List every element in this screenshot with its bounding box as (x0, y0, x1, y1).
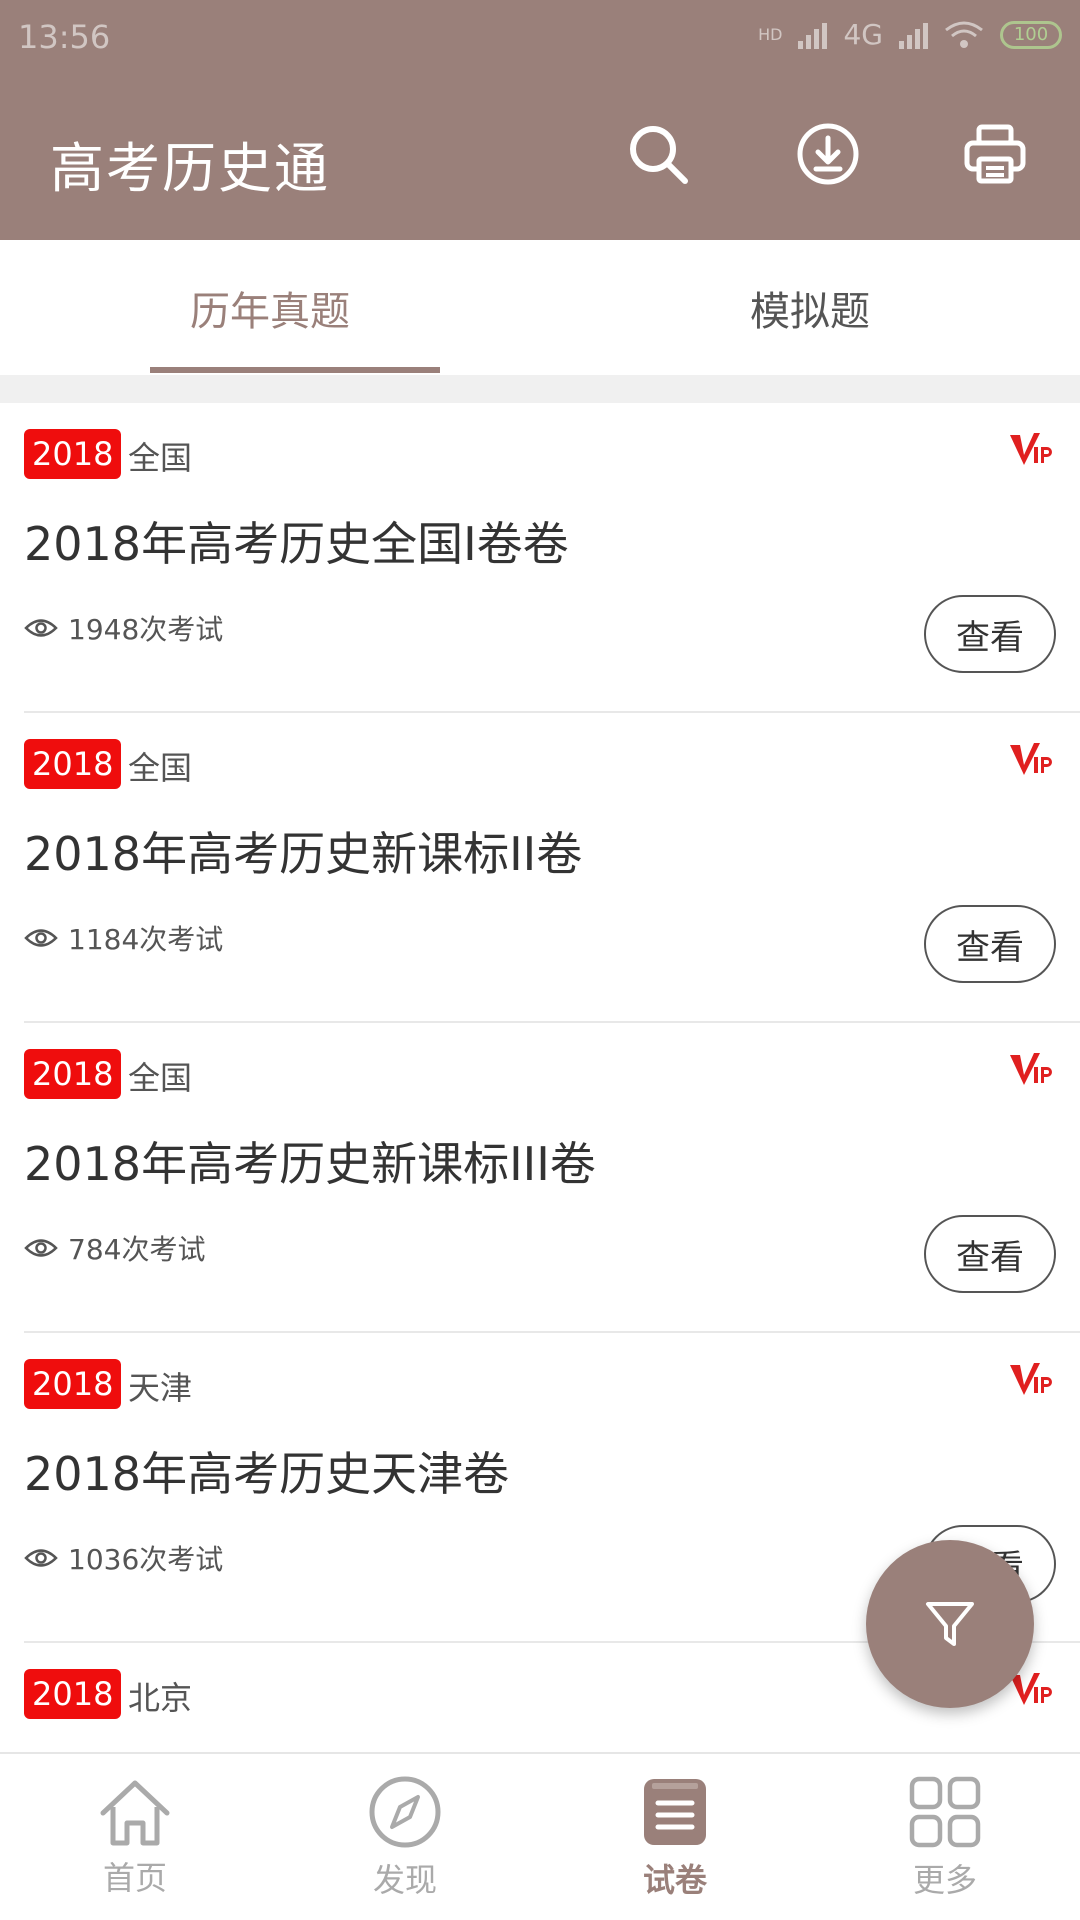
tab-mock-exams[interactable]: 模拟题 (540, 240, 1080, 375)
grid-icon (909, 1776, 981, 1848)
signal-icon-2 (899, 21, 928, 49)
nav-item-papers[interactable]: 试卷 (540, 1754, 810, 1920)
filter-button[interactable] (866, 1540, 1034, 1708)
region-label: 全国 (128, 1059, 193, 1097)
tab-bar: 历年真题 模拟题 (0, 240, 1080, 375)
year-badge: 2018 (24, 429, 122, 479)
battery-indicator: 100 (1000, 20, 1062, 49)
region-label: 天津 (128, 1369, 193, 1407)
network-type: 4G (843, 18, 883, 51)
status-icons: HD 4G 100 (758, 18, 1062, 51)
nav-label: 发现 (372, 1861, 437, 1899)
view-count-text: 784次考试 (68, 1233, 206, 1266)
vip-icon (1010, 433, 1052, 465)
view-count-text: 1036次考试 (68, 1543, 224, 1576)
bottom-nav: 首页 发现 试卷 更多 (0, 1752, 1080, 1920)
paper-title: 2018年高考历史新课标II卷 (24, 827, 583, 881)
view-count-text: 1184次考试 (68, 923, 224, 956)
eye-icon (24, 1239, 58, 1257)
eye-icon (24, 1549, 58, 1567)
nav-item-more[interactable]: 更多 (810, 1754, 1080, 1920)
nav-item-home[interactable]: 首页 (0, 1754, 270, 1920)
region-label: 全国 (128, 749, 193, 787)
paper-title: 2018年高考历史天津卷 (24, 1447, 510, 1501)
eye-icon (24, 619, 58, 637)
divider (0, 375, 1080, 403)
app-header: 13:56 HD 4G 100 高考历史通 (0, 0, 1080, 240)
tab-past-exams[interactable]: 历年真题 (0, 240, 540, 375)
download-button[interactable] (792, 118, 864, 190)
search-icon (630, 126, 688, 184)
view-count: 1948次考试 (24, 608, 223, 648)
view-count-text: 1948次考试 (68, 613, 224, 646)
paper-title: 2018年高考历史新课标III卷 (24, 1137, 596, 1191)
region-label: 北京 (128, 1679, 193, 1717)
wifi-icon (945, 21, 983, 48)
vip-icon (1010, 743, 1052, 775)
list-item[interactable]: 2018 全国 2018年高考历史新课标III卷 784次考试 查看 (0, 1023, 1080, 1333)
region-label: 全国 (128, 439, 193, 477)
signal-icon (798, 21, 828, 49)
status-time: 13:56 (18, 18, 111, 56)
status-bar: 13:56 HD 4G 100 (0, 0, 1080, 75)
nav-label: 首页 (102, 1859, 167, 1897)
nav-item-discover[interactable]: 发现 (270, 1754, 540, 1920)
hd-indicator: HD (758, 25, 783, 44)
view-count: 1036次考试 (24, 1538, 223, 1578)
print-icon (964, 124, 1026, 184)
download-icon (797, 123, 859, 185)
paper-title: 2018年高考历史全国I卷卷 (24, 517, 569, 571)
tab-label: 模拟题 (750, 288, 870, 335)
view-button[interactable]: 查看 (924, 905, 1056, 983)
paper-icon (644, 1779, 706, 1845)
compass-icon (369, 1776, 441, 1848)
eye-icon (24, 929, 58, 947)
year-badge: 2018 (24, 1049, 122, 1099)
list-item[interactable]: 2018 全国 2018年高考历史全国I卷卷 1948次考试 查看 (0, 403, 1080, 713)
view-count: 1184次考试 (24, 918, 223, 958)
search-button[interactable] (622, 118, 694, 190)
view-button[interactable]: 查看 (924, 595, 1056, 673)
app-title: 高考历史通 (50, 137, 330, 200)
year-badge: 2018 (24, 739, 122, 789)
home-icon (100, 1780, 170, 1846)
nav-label: 更多 (912, 1861, 977, 1899)
print-button[interactable] (959, 118, 1031, 190)
year-badge: 2018 (24, 1669, 122, 1719)
year-badge: 2018 (24, 1359, 122, 1409)
filter-icon (926, 1602, 974, 1646)
tab-active-indicator (150, 367, 440, 373)
view-button[interactable]: 查看 (924, 1215, 1056, 1293)
vip-icon (1010, 1053, 1052, 1085)
list-item[interactable]: 2018 全国 2018年高考历史新课标II卷 1184次考试 查看 (0, 713, 1080, 1023)
nav-label: 试卷 (642, 1861, 707, 1899)
tab-label: 历年真题 (190, 288, 350, 335)
vip-icon (1010, 1363, 1052, 1395)
view-count: 784次考试 (24, 1228, 205, 1268)
